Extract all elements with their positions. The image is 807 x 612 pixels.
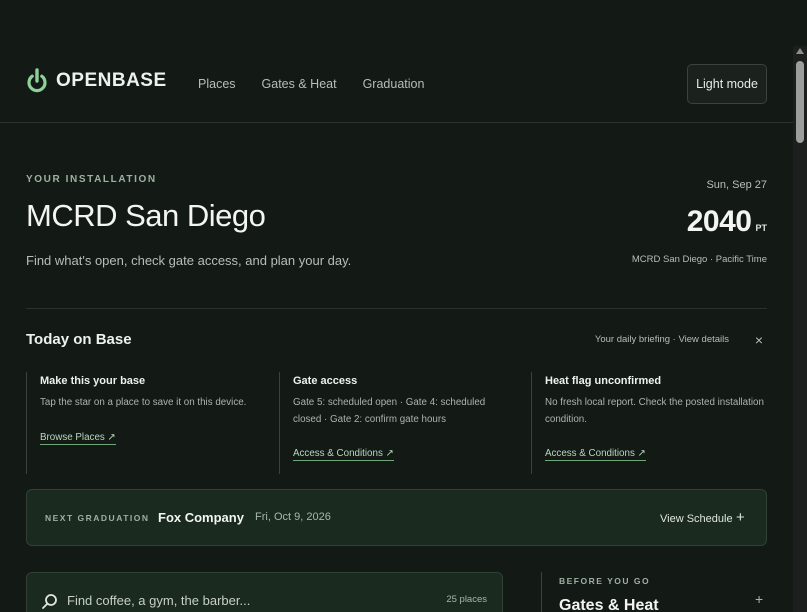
installation-eyebrow: YOUR INSTALLATION (26, 174, 157, 185)
card-title: Make this your base (40, 375, 146, 387)
card-body: Tap the star on a place to save it on th… (40, 397, 247, 408)
nav-graduation[interactable]: Graduation (363, 77, 425, 91)
scrollbar[interactable] (793, 46, 807, 612)
card-heat-flag: Heat flag unconfirmed No fresh local rep… (531, 372, 767, 474)
close-icon[interactable]: × (752, 333, 766, 347)
card-title: Heat flag unconfirmed (545, 375, 662, 387)
access-conditions-link[interactable]: Access & Conditions ↗ (293, 448, 394, 461)
main-nav: Places Gates & Heat Graduation (198, 77, 424, 91)
card-body: Gate 5: scheduled open · Gate 4: schedul… (293, 397, 486, 425)
search-input[interactable] (67, 589, 427, 611)
power-icon (27, 68, 47, 93)
card-body: No fresh local report. Check the posted … (545, 397, 764, 425)
installation-title: MCRD San Diego (26, 198, 266, 233)
clock-timezone: PT (755, 223, 767, 233)
light-mode-button[interactable]: Light mode (687, 64, 767, 104)
brand[interactable]: OPENBASE (26, 68, 167, 94)
location-timezone: MCRD San Diego · Pacific Time (631, 254, 767, 265)
scroll-up-icon[interactable] (796, 48, 804, 54)
next-graduation-bar[interactable]: NEXT GRADUATION Fox Company Fri, Oct 9, … (26, 489, 767, 546)
graduation-date: Fri, Oct 9, 2026 (255, 511, 331, 523)
card-gate-access: Gate access Gate 5: scheduled open · Gat… (279, 372, 515, 474)
places-count: 25 places (446, 594, 487, 605)
access-conditions-link[interactable]: Access & Conditions ↗ (545, 448, 646, 461)
installation-subtitle: Find what's open, check gate access, and… (26, 253, 352, 268)
card-title: Gate access (293, 375, 358, 387)
view-schedule-button[interactable]: View Schedule (660, 513, 733, 525)
site-header: OPENBASE Places Gates & Heat Graduation … (0, 46, 793, 123)
graduation-eyebrow: NEXT GRADUATION (45, 513, 150, 523)
plus-icon[interactable]: + (755, 591, 763, 607)
browse-places-link[interactable]: Browse Places ↗ (40, 432, 116, 445)
clock-time: 2040 (686, 205, 752, 238)
graduation-company: Fox Company (158, 510, 244, 525)
search-icon (42, 594, 57, 609)
brand-name: OPENBASE (56, 70, 167, 91)
gates-heat-title[interactable]: Gates & Heat (559, 597, 659, 612)
plus-icon[interactable]: + (736, 509, 745, 526)
page: OPENBASE Places Gates & Heat Graduation … (0, 0, 793, 612)
nav-gates-heat[interactable]: Gates & Heat (262, 77, 337, 91)
clock: 2040 PT (687, 205, 767, 239)
nav-places[interactable]: Places (198, 77, 236, 91)
before-you-go-panel: BEFORE YOU GO Gates & Heat + (541, 572, 767, 612)
search-box: 25 places (26, 572, 503, 612)
divider (26, 308, 767, 309)
card-make-your-base: Make this your base Tap the star on a pl… (26, 372, 262, 474)
before-you-go-eyebrow: BEFORE YOU GO (559, 576, 651, 586)
scroll-thumb[interactable] (796, 61, 804, 143)
today-title: Today on Base (26, 331, 132, 348)
current-date: Sun, Sep 27 (706, 179, 767, 191)
daily-briefing-link[interactable]: Your daily briefing · View details (595, 334, 729, 345)
